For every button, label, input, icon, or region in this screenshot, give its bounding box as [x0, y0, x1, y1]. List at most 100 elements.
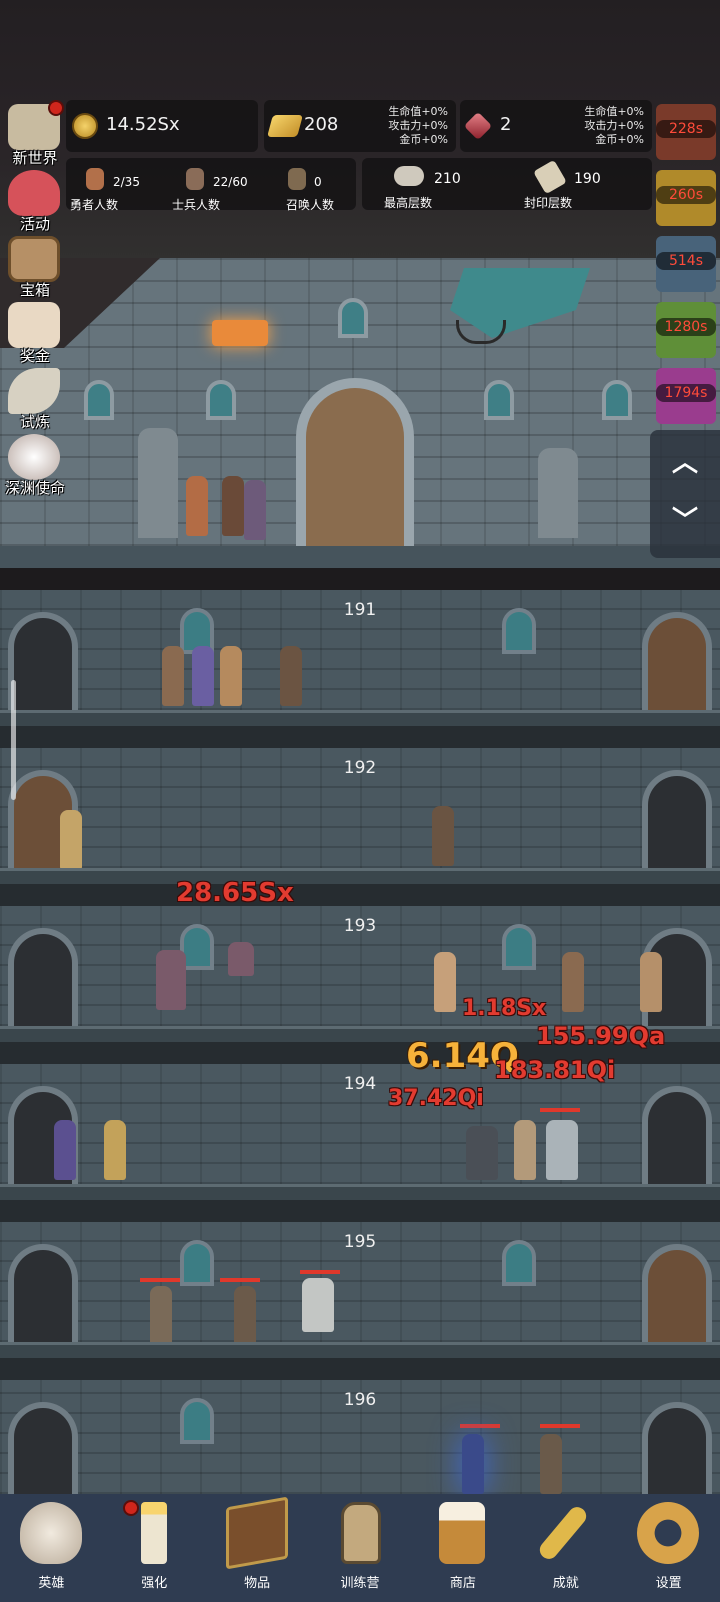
summons-label: 召唤人数 [286, 198, 335, 212]
soldier-character[interactable] [514, 1120, 536, 1180]
hero-character[interactable] [162, 646, 184, 706]
bat-enemy[interactable] [228, 942, 254, 976]
wizard-character[interactable] [192, 646, 214, 706]
event-button[interactable]: 活动 [2, 166, 66, 233]
hero-character[interactable] [222, 476, 244, 536]
floor-scroll-panel: ︿ ﹀ [650, 430, 720, 558]
bonus-text-1: 生命值+0% 攻击力+0% 金币+0% [388, 105, 448, 146]
summons-value: 0 [314, 175, 322, 189]
abyss-mission-button[interactable]: 深渊使命 [2, 430, 66, 497]
gold-bar-value: 208 [304, 114, 339, 135]
gold-panel[interactable]: 14.52Sx [66, 100, 258, 152]
floor-195: 195 [0, 1222, 720, 1380]
floor-number: 193 [343, 916, 377, 936]
gold-bar-panel[interactable]: 208 生命值+0% 攻击力+0% 金币+0% [264, 100, 456, 152]
bonus-text-2: 生命值+0% 攻击力+0% 金币+0% [584, 105, 644, 146]
hero-character[interactable] [244, 480, 266, 540]
damage-number: 1.18Sx [462, 996, 547, 1021]
heroes-value: 2/35 [113, 175, 140, 189]
timer-boost-3[interactable]: 514s [656, 236, 716, 292]
bonus-button[interactable]: 奖金 [2, 298, 66, 365]
nav-upgrade[interactable]: 强化 [103, 1494, 206, 1602]
hero-character[interactable] [104, 1120, 126, 1180]
floor-number: 196 [343, 1390, 377, 1410]
skeleton-enemy[interactable] [462, 1434, 484, 1494]
enemy-health-bar [460, 1424, 500, 1428]
lantern-icon [340, 1502, 381, 1564]
new-world-button[interactable]: 新世界 [2, 100, 66, 167]
soldiers-value: 22/60 [213, 175, 248, 189]
max-floor-value: 210 [434, 171, 461, 187]
floor-number: 192 [343, 758, 377, 778]
soldier-character[interactable] [60, 810, 82, 870]
timer-boost-4[interactable]: 1280s [656, 302, 716, 358]
seal-floor-value: 190 [574, 171, 601, 187]
zombie-enemy[interactable] [150, 1286, 172, 1346]
castle-window [206, 380, 236, 420]
chest-icon [8, 236, 60, 282]
seal-floor-label: 封印层数 [524, 196, 573, 210]
hero-character[interactable] [220, 646, 242, 706]
nav-training-camp[interactable]: 训练营 [309, 1494, 412, 1602]
wizard-character[interactable] [54, 1120, 76, 1180]
hero-character[interactable] [434, 952, 456, 1012]
gold-bar-icon [267, 115, 303, 137]
scrollbar[interactable] [11, 680, 16, 800]
notification-dot [48, 100, 64, 116]
key-icon [536, 1503, 591, 1563]
damage-number: 155.99Qa [536, 1022, 666, 1050]
castle-window [338, 298, 368, 338]
enemy-health-bar [300, 1270, 340, 1274]
gem-panel[interactable]: 2 生命值+0% 攻击力+0% 金币+0% [460, 100, 652, 152]
max-floor-label: 最高层数 [384, 196, 433, 210]
nav-hero[interactable]: 英雄 [0, 1494, 103, 1602]
timer-boost-2[interactable]: 260s [656, 170, 716, 226]
enemy-health-bar [540, 1424, 580, 1428]
candle-icon [140, 1502, 167, 1564]
soldier-character[interactable] [640, 952, 662, 1012]
soldier-character[interactable] [432, 806, 454, 866]
skull-icon [20, 1502, 82, 1564]
castle-window [484, 380, 514, 420]
envelope-icon [8, 302, 60, 348]
knight-statue [538, 448, 578, 538]
bat-enemy[interactable] [156, 950, 186, 1010]
skeleton-enemy[interactable] [540, 1434, 562, 1494]
gear-icon [637, 1502, 700, 1564]
soldiers-label: 士兵人数 [172, 198, 221, 212]
ghost-enemy[interactable] [546, 1120, 578, 1180]
floor-number: 191 [343, 600, 377, 620]
heart-icon [8, 170, 60, 216]
castle-gate[interactable] [296, 378, 414, 548]
castle-lobby [0, 258, 720, 568]
zombie-enemy[interactable] [234, 1286, 256, 1346]
chevron-down-icon[interactable]: ﹀ [672, 500, 698, 537]
ghost-enemy[interactable] [302, 1278, 334, 1332]
enemy-health-bar [220, 1278, 260, 1282]
gold-coin-icon [72, 113, 98, 139]
summon-icon [288, 168, 306, 190]
timer-boost-5[interactable]: 1794s [656, 368, 716, 424]
soldier-character[interactable] [562, 952, 584, 1012]
timer-boost-1[interactable]: 228s [656, 104, 716, 160]
red-gem-icon [463, 111, 493, 141]
soldier-character[interactable] [280, 646, 302, 706]
nav-items[interactable]: 物品 [206, 1494, 309, 1602]
pearl-icon [8, 434, 60, 480]
trial-button[interactable]: 试炼 [2, 364, 66, 431]
bottom-nav: 英雄 强化 物品 训练营 商店 成就 设置 [0, 1494, 720, 1602]
chevron-up-icon[interactable]: ︿ [672, 442, 698, 479]
floor-number: 195 [343, 1232, 377, 1252]
nav-settings[interactable]: 设置 [617, 1494, 720, 1602]
nav-achievements[interactable]: 成就 [514, 1494, 617, 1602]
chandelier-icon [212, 320, 268, 346]
enemy-health-bar [140, 1278, 180, 1282]
stone-icon [394, 166, 424, 186]
chest-button[interactable]: 宝箱 [2, 232, 66, 299]
notification-dot [122, 1500, 139, 1516]
gold-value: 14.52Sx [106, 114, 180, 135]
floor-194: 194 [0, 1064, 720, 1222]
ghost-enemy[interactable] [466, 1126, 498, 1180]
nav-shop[interactable]: 商店 [411, 1494, 514, 1602]
hero-character[interactable] [186, 476, 208, 536]
